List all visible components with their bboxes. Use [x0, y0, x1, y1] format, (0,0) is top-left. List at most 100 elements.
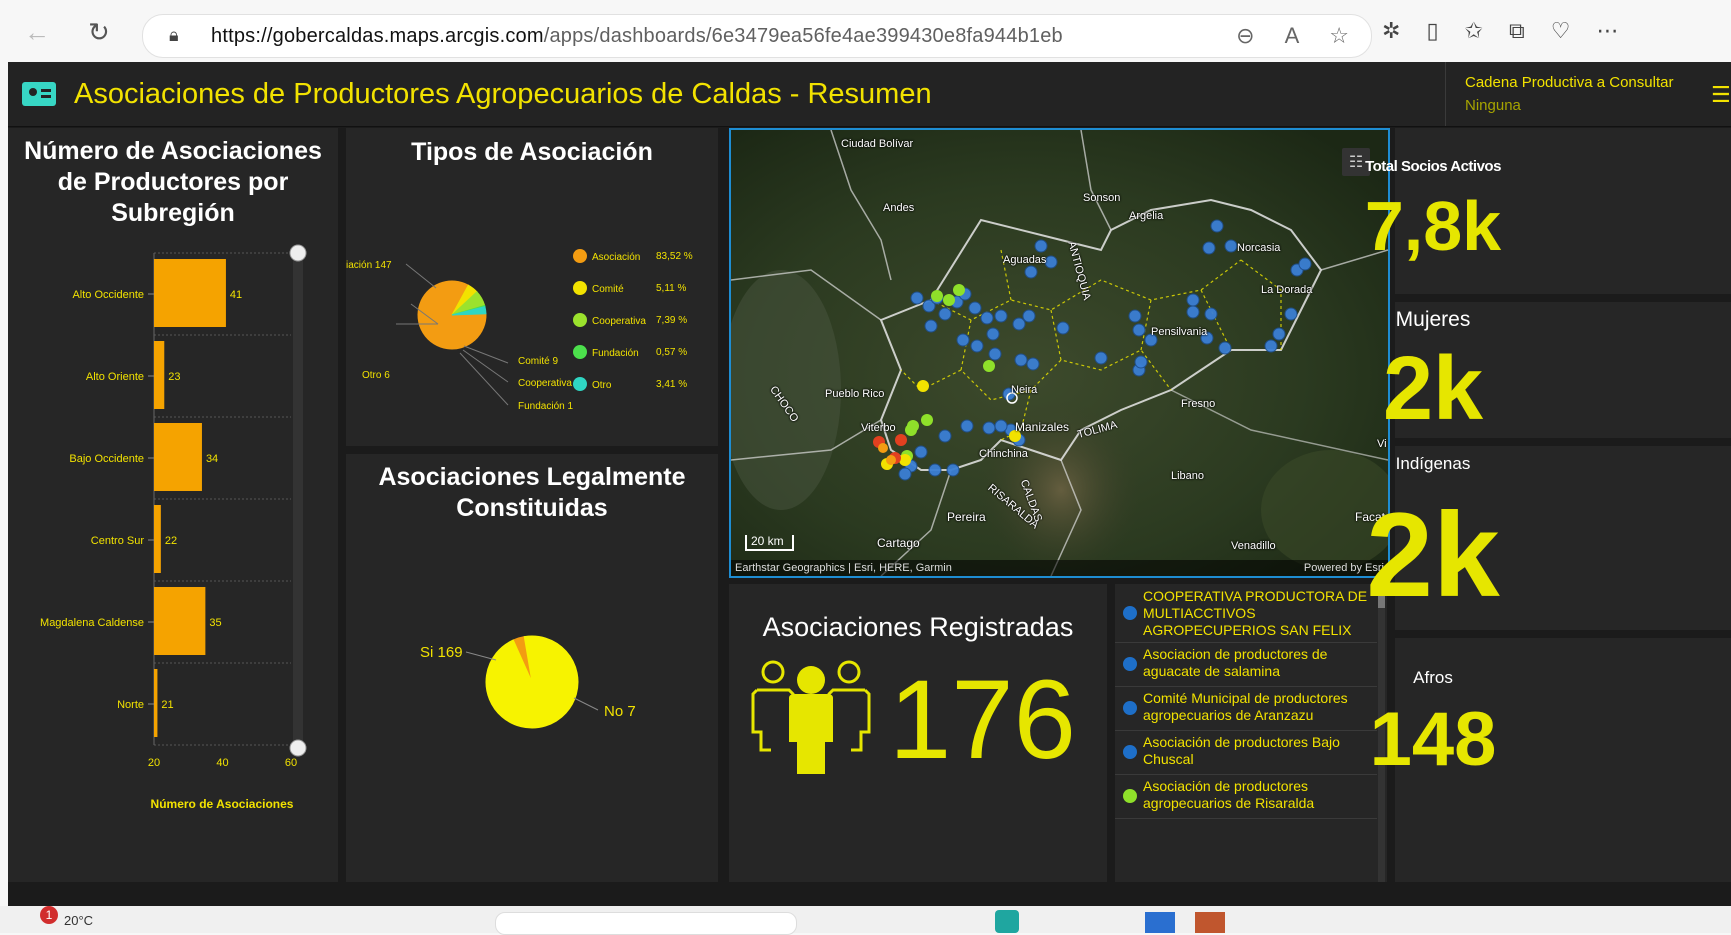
map-point[interactable]	[1204, 307, 1218, 321]
map-point[interactable]	[1026, 357, 1040, 371]
taskbar-app-icon[interactable]	[1145, 912, 1175, 933]
bar[interactable]	[154, 669, 158, 737]
url-text: https://gobercaldas.maps.arcgis.com/apps…	[211, 25, 1063, 48]
map-point[interactable]	[895, 434, 907, 446]
bar-xlabel: Número de Asociaciones	[151, 797, 294, 811]
map-point[interactable]	[980, 311, 994, 325]
bar[interactable]	[154, 423, 202, 491]
map-point[interactable]	[1186, 293, 1200, 307]
range-slider-bottom-handle[interactable]	[289, 739, 307, 757]
map-point[interactable]	[878, 443, 888, 453]
menu-icon[interactable]: ☰	[1711, 82, 1731, 108]
map-point[interactable]	[910, 291, 924, 305]
map-point[interactable]	[994, 309, 1008, 323]
map-label-argelia: Argelia	[1129, 210, 1164, 222]
map-point[interactable]	[1210, 219, 1224, 233]
map-point[interactable]	[960, 419, 974, 433]
map-point[interactable]	[914, 445, 928, 459]
map-label-libano: Libano	[1171, 470, 1205, 482]
bar-value-label: 35	[209, 617, 221, 629]
legend-swatch	[573, 281, 587, 295]
range-slider-track[interactable]	[293, 253, 303, 748]
address-bar[interactable]: 🔒︎ https://gobercaldas.maps.arcgis.com/a…	[142, 14, 1372, 58]
performance-icon[interactable]: ♡	[1551, 18, 1571, 44]
map-point[interactable]	[1044, 255, 1058, 269]
map-point[interactable]	[943, 294, 955, 306]
map-point[interactable]	[1134, 355, 1148, 369]
map-point[interactable]	[1024, 265, 1038, 279]
map-point[interactable]	[1014, 353, 1028, 367]
map-point[interactable]	[1022, 309, 1036, 323]
registradas-panel: Asociaciones Registradas 176	[729, 584, 1107, 882]
map-point[interactable]	[886, 455, 896, 465]
map-point[interactable]	[988, 347, 1002, 361]
map-point[interactable]	[931, 290, 943, 302]
bar[interactable]	[154, 505, 161, 573]
legal-panel: Asociaciones Legalmente Constituidas Si …	[346, 454, 718, 882]
zoom-out-icon[interactable]: ⊖	[1236, 23, 1254, 49]
pie-slice[interactable]	[471, 621, 592, 742]
map-point[interactable]	[970, 339, 984, 353]
back-icon[interactable]: ←	[24, 18, 50, 46]
weather-text[interactable]: 20°C	[64, 913, 93, 928]
map-point[interactable]	[1034, 239, 1048, 253]
favorites-icon[interactable]: ✩	[1465, 18, 1483, 44]
map-point[interactable]	[1094, 351, 1108, 365]
map-point[interactable]	[1224, 239, 1238, 253]
map-point[interactable]	[983, 360, 995, 372]
map-point[interactable]	[938, 307, 952, 321]
dashboard: Asociaciones de Productores Agropecuario…	[8, 62, 1731, 906]
map-point[interactable]	[946, 463, 960, 477]
people-icon	[751, 660, 871, 774]
read-aloud-icon[interactable]: A	[1285, 23, 1300, 49]
extensions-icon[interactable]: ✲	[1382, 18, 1400, 44]
bar[interactable]	[154, 587, 206, 655]
cadena-selector[interactable]: Cadena Productiva a Consultar Ninguna	[1445, 62, 1708, 126]
map-point[interactable]	[907, 420, 919, 432]
map-label-la-dorada: La Dorada	[1261, 284, 1313, 296]
map-point[interactable]	[968, 301, 982, 315]
map-point[interactable]	[956, 333, 970, 347]
map-point[interactable]	[921, 414, 933, 426]
map-point[interactable]	[953, 284, 965, 296]
browser-toolbar: ← ↻ 🔒︎ https://gobercaldas.maps.arcgis.c…	[0, 0, 1731, 62]
map-point[interactable]	[1128, 309, 1142, 323]
bar[interactable]	[154, 341, 165, 409]
bar[interactable]	[154, 259, 226, 327]
collections-icon[interactable]: ⧉	[1509, 18, 1525, 44]
kpi-mujeres: Mujeres 2k	[1383, 302, 1731, 439]
taskbar-search[interactable]	[495, 912, 797, 935]
map-point[interactable]	[938, 429, 952, 443]
map-point[interactable]	[982, 421, 996, 435]
registradas-value: 176	[889, 657, 1076, 782]
map-point[interactable]	[917, 380, 929, 392]
map-point[interactable]	[986, 327, 1000, 341]
map-point[interactable]	[1202, 241, 1216, 255]
map-scale-bar: 20 km	[745, 535, 794, 551]
reload-icon[interactable]: ↻	[88, 18, 110, 46]
map-point[interactable]	[899, 454, 911, 466]
taskbar-app-icon[interactable]	[1195, 912, 1225, 933]
favorite-star-icon[interactable]: ☆	[1329, 23, 1349, 49]
legend-percent: 0,57 %	[656, 347, 687, 358]
bar-value-label: 34	[206, 453, 218, 465]
map-point[interactable]	[1186, 305, 1200, 319]
map-point[interactable]	[994, 419, 1008, 433]
bar-category-label: Magdalena Caldense	[40, 617, 144, 629]
taskbar: 1 20°C	[0, 906, 1731, 935]
map-point[interactable]	[1056, 321, 1070, 335]
map-point[interactable]	[924, 319, 938, 333]
pie-label-asociacion: iación 147	[346, 260, 392, 271]
more-icon[interactable]: ⋯	[1596, 18, 1618, 44]
bar-value-label: 41	[230, 289, 242, 301]
map-point[interactable]	[898, 467, 912, 481]
taskbar-app-icon[interactable]	[995, 910, 1019, 933]
selector-value[interactable]: Ninguna	[1465, 97, 1521, 114]
split-screen-icon[interactable]: ▯	[1426, 18, 1438, 44]
legend-label: Cooperativa	[592, 316, 646, 327]
map-point[interactable]	[1132, 323, 1146, 337]
map-point[interactable]	[928, 463, 942, 477]
range-slider-top-handle[interactable]	[289, 244, 307, 262]
map-point[interactable]	[1218, 341, 1232, 355]
map-point[interactable]	[1012, 317, 1026, 331]
